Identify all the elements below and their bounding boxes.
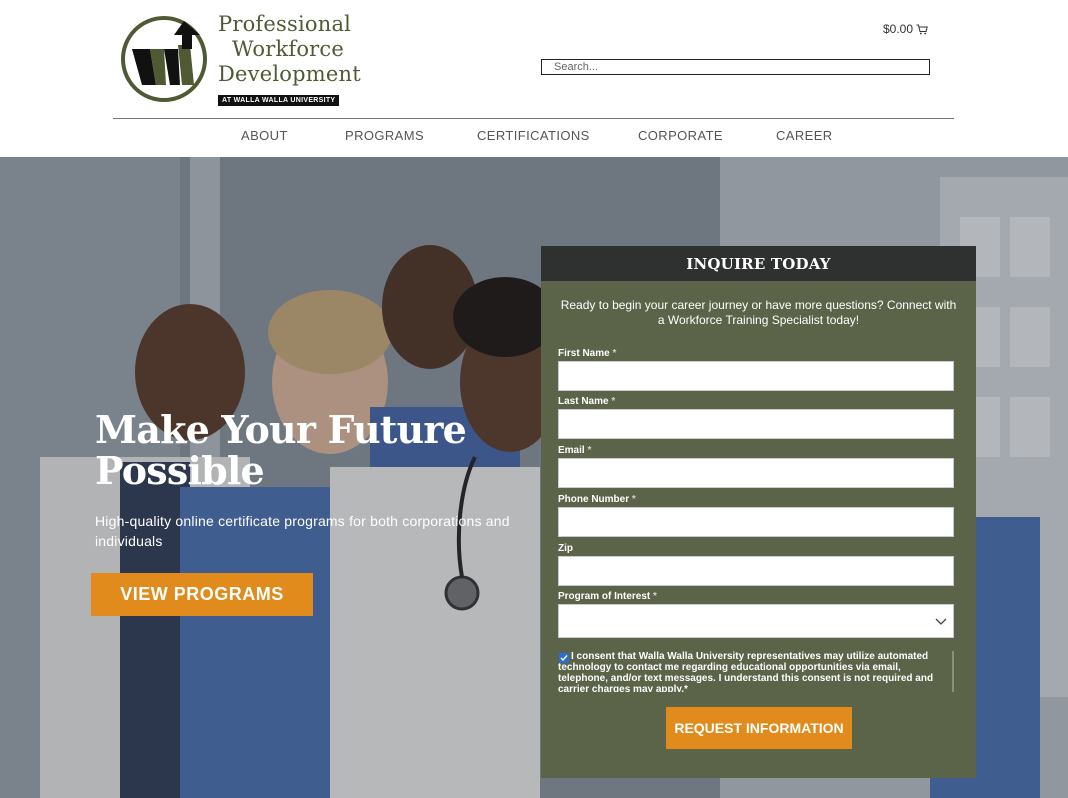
nav-divider xyxy=(113,118,954,119)
required-marker: * xyxy=(631,494,636,505)
email-label-text: Email xyxy=(558,445,585,456)
request-information-button[interactable]: REQUEST INFORMATION xyxy=(666,707,852,749)
form-title: INQUIRE TODAY xyxy=(541,246,976,281)
program-select[interactable] xyxy=(558,604,954,638)
program-label-text: Program of Interest xyxy=(558,591,651,602)
hero-subhead: High-quality online certificate programs… xyxy=(95,513,510,549)
program-label: Program of Interest * xyxy=(558,591,657,602)
first-name-input[interactable] xyxy=(558,361,954,391)
required-marker: * xyxy=(611,396,616,407)
search-input[interactable] xyxy=(541,59,930,75)
first-name-label: First Name * xyxy=(558,348,616,359)
required-marker: * xyxy=(587,445,592,456)
phone-label-text: Phone Number xyxy=(558,494,630,505)
checkmark-icon xyxy=(560,655,568,662)
wwu-logo-mark-icon xyxy=(121,16,207,102)
last-name-label-text: Last Name xyxy=(558,396,609,407)
nav-item-about[interactable]: ABOUT xyxy=(241,128,288,143)
phone-input[interactable] xyxy=(558,507,954,537)
logo-subtitle: AT WALLA WALLA UNIVERSITY xyxy=(218,95,340,106)
logo-line-2: Workforce xyxy=(232,37,345,61)
nav-item-career[interactable]: CAREER xyxy=(776,128,833,143)
hero-headline-line-1: Make Your Future xyxy=(95,407,467,452)
logo-line-1: Professional xyxy=(218,12,352,36)
email-input[interactable] xyxy=(558,458,954,488)
nav-item-corporate[interactable]: CORPORATE xyxy=(638,128,723,143)
cart-total: $0.00 xyxy=(883,22,914,36)
last-name-label: Last Name * xyxy=(558,396,615,407)
logo-wordmark: Professional Workforce Development AT WA… xyxy=(218,12,361,106)
zip-label: Zip xyxy=(558,543,573,554)
nav-item-certifications[interactable]: CERTIFICATIONS xyxy=(477,128,590,143)
consent-text: I consent that Walla Walla University re… xyxy=(558,651,934,692)
hero-headline-line-2: Possible xyxy=(95,448,265,493)
form-intro: Ready to begin your career journey or ha… xyxy=(560,298,957,327)
site-header: Professional Workforce Development AT WA… xyxy=(0,0,1068,157)
logo-line-3: Development xyxy=(218,62,361,86)
hero-headline: Make Your Future Possible xyxy=(95,409,495,491)
site-logo[interactable]: Professional Workforce Development AT WA… xyxy=(120,12,361,106)
inquiry-form: INQUIRE TODAY Ready to begin your career… xyxy=(541,246,976,778)
cart-link[interactable]: $0.00 xyxy=(883,22,928,36)
zip-input[interactable] xyxy=(558,556,954,586)
consent-checkbox[interactable] xyxy=(559,653,569,663)
nav-item-programs[interactable]: PROGRAMS xyxy=(345,128,424,143)
required-marker: * xyxy=(653,591,657,602)
main-nav: ABOUT PROGRAMS CERTIFICATIONS CORPORATE … xyxy=(0,128,1068,146)
consent-block: I consent that Walla Walla University re… xyxy=(558,651,954,692)
chevron-down-icon xyxy=(935,618,947,625)
email-label: Email * xyxy=(558,445,591,456)
required-marker: * xyxy=(612,348,617,359)
first-name-label-text: First Name xyxy=(558,348,610,359)
cart-icon xyxy=(916,24,928,34)
zip-label-text: Zip xyxy=(558,543,573,554)
phone-label: Phone Number * xyxy=(558,494,636,505)
view-programs-button[interactable]: VIEW PROGRAMS xyxy=(91,573,313,616)
last-name-input[interactable] xyxy=(558,409,954,439)
